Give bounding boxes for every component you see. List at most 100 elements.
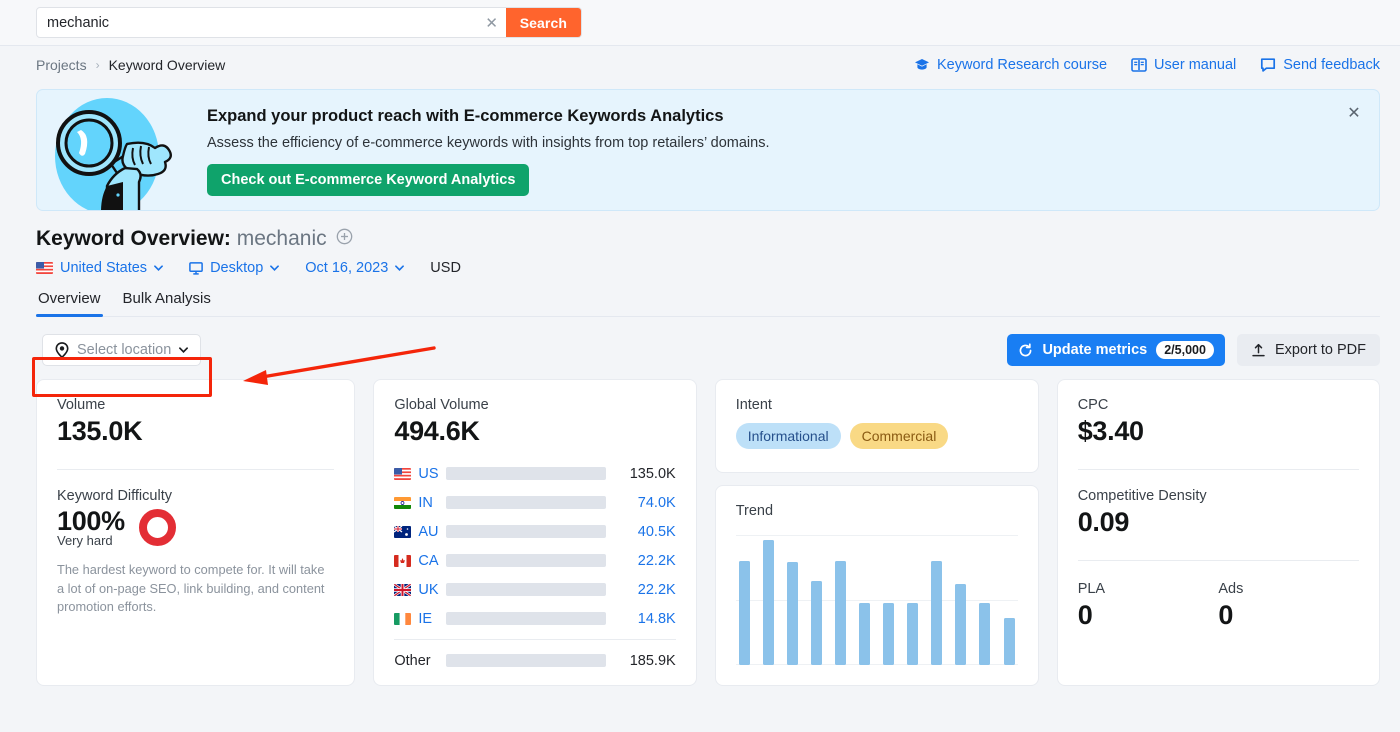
volume-bar-value: 14.8K [618,611,676,627]
list-item[interactable]: UK 22.2K [394,575,675,604]
clear-search-icon[interactable]: ✕ [478,8,506,37]
cpc-card: CPC $3.40 Competitive Density 0.09 PLA 0… [1057,379,1380,686]
page-title-row: Keyword Overview: mechanic [0,211,1400,251]
pla-value: 0 [1078,600,1219,631]
volume-bar-value: 22.2K [618,553,676,569]
book-icon [1131,58,1147,72]
intent-card: Intent Informational Commercial [715,379,1039,473]
user-manual-link[interactable]: User manual [1131,57,1236,73]
trend-bar[interactable] [979,603,990,665]
global-volume-value: 494.6K [394,416,675,447]
graduation-cap-icon [914,58,930,72]
date-filter[interactable]: Oct 16, 2023 [305,260,404,276]
global-volume-label: Global Volume [394,397,675,413]
trend-label: Trend [736,503,1018,519]
export-pdf-button[interactable]: Export to PDF [1237,334,1380,366]
page-title-keyword: mechanic [237,227,327,250]
volume-value: 135.0K [57,416,142,447]
trend-bar[interactable] [883,603,894,665]
volume-bar-track [446,525,605,538]
trend-bar-chart [736,535,1018,665]
location-pin-icon [55,342,69,358]
update-metrics-button[interactable]: Update metrics 2/5,000 [1007,334,1224,366]
chevron-down-icon [179,347,188,353]
trend-bar[interactable] [931,561,942,665]
help-links: Keyword Research course User manual Send… [914,57,1380,73]
trend-bar[interactable] [811,581,822,666]
country-code-label: CA [418,553,438,569]
volume-bar-track [446,612,605,625]
trend-bar[interactable] [907,603,918,665]
us-flag-icon [36,262,53,274]
send-feedback-label: Send feedback [1283,57,1380,73]
card-divider [1078,469,1359,470]
promo-banner: Expand your product reach with E-commerc… [36,89,1380,211]
tab-overview[interactable]: Overview [36,290,103,316]
location-select-dropdown[interactable]: Select location [42,334,201,366]
list-item[interactable]: US 135.0K [394,459,675,488]
country-code-label: UK [418,582,438,598]
chevron-down-icon [395,265,404,271]
country-code-label: IN [418,495,433,511]
list-item[interactable]: IE 14.8K [394,604,675,633]
volume-bar-value: 40.5K [618,524,676,540]
refresh-icon [1018,343,1033,358]
banner-cta-button[interactable]: Check out E-commerce Keyword Analytics [207,164,529,196]
banner-illustration [37,90,187,210]
status-badge-commercial[interactable]: Commercial [850,423,949,449]
currency-label: USD [430,260,461,276]
device-filter[interactable]: Desktop [189,260,279,276]
plus-circle-icon[interactable] [336,228,353,245]
list-item[interactable]: CA 22.2K [394,546,675,575]
trend-bar[interactable] [763,540,774,665]
monitor-icon [189,262,203,275]
top-search-bar: ✕ Search [0,0,1400,46]
breadcrumb-projects[interactable]: Projects [36,57,87,73]
card-divider [57,469,334,470]
country-code: IN [394,495,446,511]
search-button[interactable]: Search [506,8,581,37]
user-manual-label: User manual [1154,57,1236,73]
trend-bar[interactable] [739,561,750,665]
list-item[interactable]: AU 40.5K [394,517,675,546]
device-filter-label: Desktop [210,260,263,276]
list-item[interactable]: IN 74.0K [394,488,675,517]
keyword-research-course-label: Keyword Research course [937,57,1107,73]
trend-bar[interactable] [787,562,798,665]
ads-label: Ads [1218,581,1359,597]
search-input[interactable] [37,8,478,37]
intent-label: Intent [736,397,1018,413]
ca-flag-icon [394,555,411,567]
send-feedback-link[interactable]: Send feedback [1260,57,1380,73]
export-pdf-label: Export to PDF [1275,342,1366,358]
volume-value-row: 135.0K [57,416,334,447]
banner-close-icon[interactable]: ✕ [1343,102,1365,124]
trend-bar[interactable] [1004,618,1015,665]
metrics-cards: Volume 135.0K Keyword Difficulty 100% Ve… [0,379,1400,686]
intent-chips: Informational Commercial [736,423,1018,449]
search-field-wrapper: ✕ Search [36,7,582,38]
trend-bars [736,535,1018,665]
volume-bar-value: 74.0K [618,495,676,511]
country-code: IE [394,611,446,627]
pla-block: PLA 0 [1078,581,1219,631]
difficulty-label: Keyword Difficulty [57,488,334,504]
volume-bar-track [446,496,605,509]
trend-bar[interactable] [859,603,870,665]
tab-bulk-analysis[interactable]: Bulk Analysis [121,290,213,316]
banner-text: Expand your product reach with E-commerc… [187,90,1379,210]
toolbar-actions: Update metrics 2/5,000 Export to PDF [1007,334,1380,366]
keyword-research-course-link[interactable]: Keyword Research course [914,57,1107,73]
country-code: CA [394,553,446,569]
list-divider [394,639,675,640]
trend-bar[interactable] [835,561,846,665]
in-flag-icon [394,497,411,509]
status-badge-informational[interactable]: Informational [736,423,841,449]
country-code: US [394,466,446,482]
trend-bar[interactable] [955,584,966,665]
chevron-down-icon [154,265,163,271]
country-filter[interactable]: United States [36,260,163,276]
message-icon [1260,58,1276,72]
difficulty-description: The hardest keyword to compete for. It w… [57,561,334,617]
global-volume-list: US 135.0K IN 74.0K AU 40.5K CA 22.2K UK [394,459,675,675]
